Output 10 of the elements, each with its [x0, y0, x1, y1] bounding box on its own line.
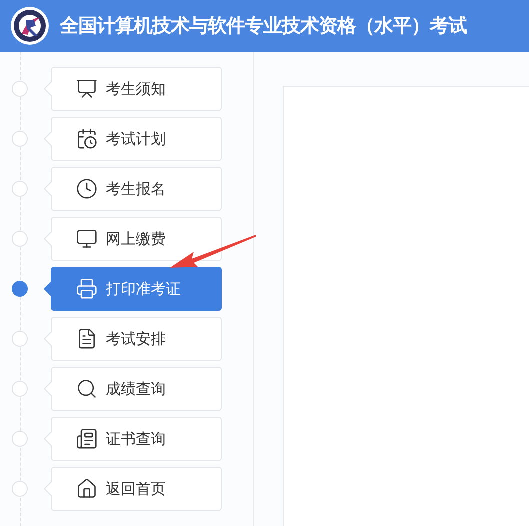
- document-icon: [76, 328, 98, 350]
- printer-icon: [76, 278, 98, 300]
- logo-icon: [10, 6, 50, 46]
- calendar-clock-icon: [76, 128, 98, 150]
- site-title: 全国计算机技术与软件专业技术资格（水平）考试: [60, 14, 467, 39]
- monitor-icon: [76, 228, 98, 250]
- clock-icon: [76, 178, 98, 200]
- search-icon: [76, 378, 98, 400]
- notice-board-icon: [76, 78, 98, 100]
- home-icon: [76, 478, 98, 500]
